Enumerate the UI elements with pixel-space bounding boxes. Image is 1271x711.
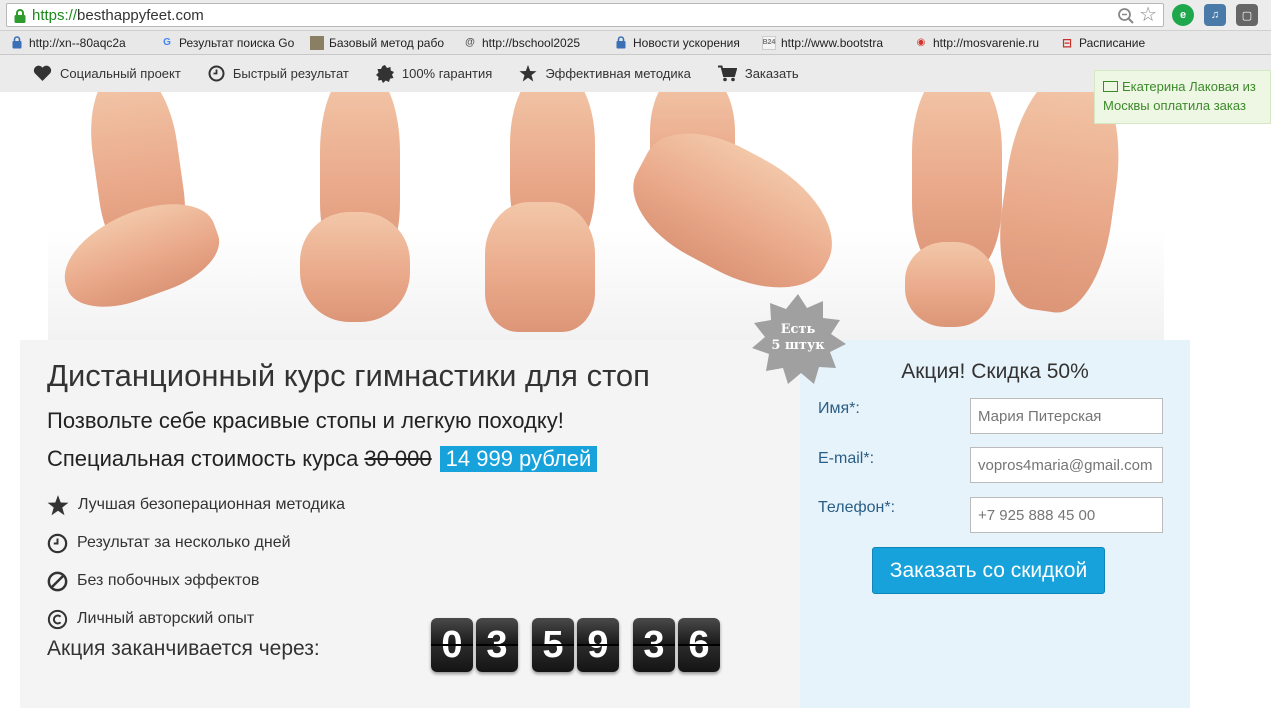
name-label: Имя*: [818, 400, 860, 417]
promo-title: Акция! Скидка 50% [901, 360, 1089, 383]
zoom-icon[interactable] [1117, 7, 1135, 25]
bookmark-label: http://mosvarenie.ru [933, 35, 1040, 50]
address-bar[interactable]: https://besthappyfeet.com ☆ [6, 3, 1164, 27]
email-label: E-mail*: [818, 450, 875, 467]
bookmark-item[interactable]: ⊟ Расписание [1050, 31, 1145, 55]
countdown-digit: 0 [431, 618, 473, 672]
old-price: 30 000 [364, 446, 432, 471]
badge-line: Есть [780, 322, 816, 337]
url-text: https://besthappyfeet.com [32, 7, 204, 24]
bookmark-label: http://www.bootstra [781, 35, 884, 50]
countdown-digit: 6 [678, 618, 720, 672]
bookmark-item[interactable]: http://xn--80aqc2a [0, 31, 150, 55]
countdown-label: Акция заканчивается через: [47, 637, 320, 660]
extension-icons: e ♫ ▢ [1172, 4, 1258, 26]
nav-item-method[interactable]: Эффективная методика [519, 65, 691, 82]
bookmark-item[interactable]: ◉ http://mosvarenie.ru [904, 31, 1050, 55]
feature-item: Личный авторский опыт [47, 600, 345, 638]
phone-field[interactable] [970, 497, 1163, 533]
purchase-notification: Екатерина Лаковая из Москвы оплатила зак… [1094, 70, 1271, 124]
clock-icon [208, 65, 225, 82]
bookmark-label: http://bschool2025 [482, 35, 581, 50]
bookmark-item[interactable]: Базовый метод рабо [300, 31, 453, 55]
feature-label: Без побочных эффектов [77, 572, 260, 589]
feature-item: Без побочных эффектов [47, 562, 345, 600]
countdown-digit: 9 [577, 618, 619, 672]
countdown-timer: 0 3 5 9 3 6 [431, 618, 723, 672]
price-line: Специальная стоимость курса 30 000 14 99… [47, 446, 598, 472]
star-icon [519, 65, 537, 82]
notification-text: Екатерина Лаковая из Москвы оплатила зак… [1103, 79, 1256, 113]
nav-item-order[interactable]: Заказать [717, 65, 799, 82]
feature-item: Лучшая безоперационная методика [47, 486, 345, 524]
feature-item: Результат за несколько дней [47, 524, 345, 562]
evernote-icon[interactable]: e [1172, 4, 1194, 26]
lock-icon [614, 36, 628, 50]
phone-label: Телефон*: [818, 499, 896, 516]
countdown-digit: 5 [532, 618, 574, 672]
cart-icon [717, 65, 737, 82]
nav-item-label: Эффективная методика [545, 66, 691, 81]
browser-toolbar: https://besthappyfeet.com ☆ e ♫ ▢ [0, 0, 1271, 31]
bookmark-label: Базовый метод рабо [329, 35, 445, 50]
nav-item-label: Заказать [744, 66, 799, 81]
badge-line: 5 штук [771, 338, 825, 353]
url-host: besthappyfeet.com [77, 7, 204, 24]
bookmark-item[interactable]: @ http://bschool2025 [453, 31, 604, 55]
seal-icon [375, 64, 394, 83]
nav-item-label: Быстрый результат [232, 66, 349, 81]
hero-image [0, 92, 1271, 340]
nav-item-label: 100% гарантия [401, 66, 493, 81]
countdown-digit: 3 [476, 618, 518, 672]
owl-icon: ◉ [916, 37, 926, 48]
bookmark-star-icon[interactable]: ☆ [1139, 5, 1157, 25]
new-price: 14 999 рублей [439, 446, 598, 472]
lock-icon [10, 36, 24, 50]
schedule-icon: ⊟ [1061, 35, 1073, 50]
email-field[interactable] [970, 447, 1163, 483]
b24-icon: B24 [762, 35, 776, 50]
bookmark-item[interactable]: G Результат поиска Go [150, 31, 300, 55]
countdown-digit: 3 [633, 618, 675, 672]
nav-item-social[interactable]: Социальный проект [33, 65, 181, 82]
swirl-icon: @ [465, 37, 475, 48]
page-subtitle: Позвольте себе красивые стопы и легкую п… [47, 408, 564, 433]
order-discount-button[interactable]: Заказать со скидкой [872, 547, 1105, 594]
foot-illustration [905, 242, 995, 327]
photo-icon [310, 35, 324, 50]
bookmark-label: Расписание [1079, 35, 1146, 50]
site-nav: Социальный проект Быстрый результат 100%… [0, 55, 1271, 92]
bookmark-label: Результат поиска Go [179, 35, 295, 50]
url-scheme: https:// [32, 7, 78, 24]
feature-label: Личный авторский опыт [77, 610, 255, 627]
mail-icon [1103, 81, 1118, 92]
extension-icon[interactable]: ▢ [1236, 4, 1258, 26]
feature-list: Лучшая безоперационная методика Результа… [47, 486, 345, 638]
star-icon [47, 494, 69, 515]
google-icon: G [163, 37, 171, 48]
clock-icon [47, 533, 68, 553]
copyright-icon [47, 609, 68, 629]
name-field[interactable] [970, 398, 1163, 434]
foot-illustration [300, 212, 410, 322]
bookmarks-bar: http://xn--80aqc2a G Результат поиска Go… [0, 31, 1271, 55]
nav-item-label: Социальный проект [60, 66, 181, 81]
feature-label: Результат за несколько дней [77, 534, 291, 551]
no-icon [47, 571, 68, 591]
bookmark-item[interactable]: B24 http://www.bootstra [752, 31, 904, 55]
nav-item-fast-result[interactable]: Быстрый результат [208, 65, 349, 82]
price-label: Специальная стоимость курса [47, 446, 359, 471]
stock-badge-text: Есть 5 штук [750, 322, 846, 354]
bookmark-label: Новости ускорения [633, 35, 740, 50]
vk-music-icon[interactable]: ♫ [1204, 4, 1226, 26]
feature-label: Лучшая безоперационная методика [78, 496, 346, 513]
page-title: Дистанционный курс гимнастики для стоп [47, 358, 650, 393]
bookmark-item[interactable]: Новости ускорения [604, 31, 752, 55]
foot-illustration [485, 202, 595, 332]
nav-item-guarantee[interactable]: 100% гарантия [375, 64, 493, 83]
lock-icon [14, 9, 26, 23]
bookmark-label: http://xn--80aqc2a [29, 35, 126, 50]
heart-icon [33, 65, 52, 81]
